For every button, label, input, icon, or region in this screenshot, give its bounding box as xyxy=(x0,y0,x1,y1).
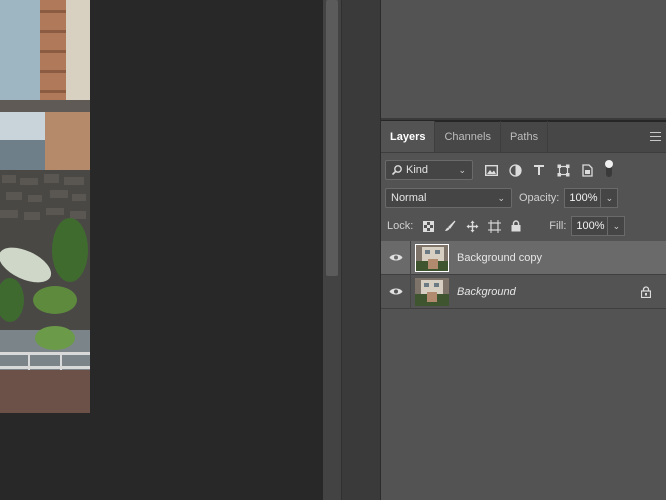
tab-layers[interactable]: Layers xyxy=(381,121,436,152)
lock-transparent-pixels-button[interactable] xyxy=(417,216,439,236)
filter-kind-dropdown[interactable]: Kind ⌄ xyxy=(385,160,473,180)
upper-panel xyxy=(381,0,666,120)
adjustment-icon xyxy=(508,163,522,177)
fill-input[interactable]: 100% xyxy=(571,216,609,236)
layer-row[interactable]: Background xyxy=(381,274,666,309)
layer-filter-row: Kind ⌄ xyxy=(385,160,666,180)
layer-name[interactable]: Background xyxy=(457,286,516,298)
adjustment-layer-filter-button[interactable] xyxy=(503,160,527,180)
vertical-scrollbar[interactable] xyxy=(323,0,341,500)
blend-mode-value: Normal xyxy=(391,192,427,204)
layer-thumbnail xyxy=(415,277,449,306)
lock-icon xyxy=(640,286,652,299)
pixel-layer-filter-button[interactable] xyxy=(479,160,503,180)
panel-dock-gutter xyxy=(341,0,381,500)
image-icon xyxy=(484,164,498,176)
layer-name[interactable]: Background copy xyxy=(457,252,542,264)
building-thumbnail xyxy=(416,244,448,271)
filter-toggle-knob xyxy=(605,160,613,168)
shape-icon xyxy=(557,164,569,176)
filter-toggle[interactable] xyxy=(599,160,619,180)
tab-channels[interactable]: Channels xyxy=(435,121,501,152)
visibility-toggle[interactable] xyxy=(381,240,411,275)
layer-row[interactable]: Background copy xyxy=(381,240,666,275)
blend-opacity-row: Normal ⌄ Opacity: 100% ⌄ xyxy=(385,188,666,208)
building-photo xyxy=(0,0,90,413)
chevron-down-icon: ⌄ xyxy=(612,220,621,231)
eye-icon xyxy=(389,288,402,295)
opacity-dropdown-button[interactable]: ⌄ xyxy=(601,188,619,208)
smart-object-icon xyxy=(581,163,593,177)
tab-paths[interactable]: Paths xyxy=(501,121,549,152)
chevron-down-icon: ⌄ xyxy=(497,193,505,203)
shape-layer-filter-button[interactable] xyxy=(551,160,575,180)
brush-icon xyxy=(445,220,456,231)
lock-icon xyxy=(511,220,521,232)
document-canvas[interactable] xyxy=(0,0,323,500)
panel-menu-icon[interactable] xyxy=(650,132,661,141)
lock-image-pixels-button[interactable] xyxy=(439,216,461,236)
layers-panel: Layers Channels Paths Kind ⌄ Normal ⌄ Op… xyxy=(381,121,666,500)
lock-all-button[interactable] xyxy=(505,216,527,236)
panel-divider[interactable] xyxy=(381,118,666,120)
chevron-down-icon: ⌄ xyxy=(458,165,466,175)
panel-tabbar: Layers Channels Paths xyxy=(381,121,666,153)
eye-icon xyxy=(389,254,402,261)
fill-label: Fill: xyxy=(549,220,567,232)
smart-object-filter-button[interactable] xyxy=(575,160,599,180)
layer-lock-icon[interactable] xyxy=(640,286,652,301)
layer-list: Background copy Background xyxy=(381,240,666,309)
layer-thumbnail xyxy=(415,243,449,272)
lock-position-button[interactable] xyxy=(461,216,483,236)
lock-fill-row: Lock: Fill: 100% ⌄ xyxy=(387,216,666,236)
canvas-image[interactable] xyxy=(0,0,90,413)
blend-mode-dropdown[interactable]: Normal ⌄ xyxy=(385,188,512,208)
visibility-toggle[interactable] xyxy=(381,274,411,309)
type-icon xyxy=(534,165,544,175)
search-icon xyxy=(391,165,402,176)
building-thumbnail xyxy=(415,277,449,306)
scrollbar-thumb[interactable] xyxy=(326,0,338,276)
opacity-label: Opacity: xyxy=(519,192,560,204)
filter-kind-label: Kind xyxy=(406,164,429,176)
artboard-icon xyxy=(487,219,501,233)
type-layer-filter-button[interactable] xyxy=(527,160,551,180)
prevent-auto-nesting-button[interactable] xyxy=(483,216,505,236)
fill-dropdown-button[interactable]: ⌄ xyxy=(608,216,626,236)
chevron-down-icon: ⌄ xyxy=(605,192,614,203)
opacity-input[interactable]: 100% xyxy=(564,188,602,208)
move-icon xyxy=(466,220,479,232)
lock-label: Lock: xyxy=(387,220,414,232)
checkerboard-icon xyxy=(422,220,434,232)
